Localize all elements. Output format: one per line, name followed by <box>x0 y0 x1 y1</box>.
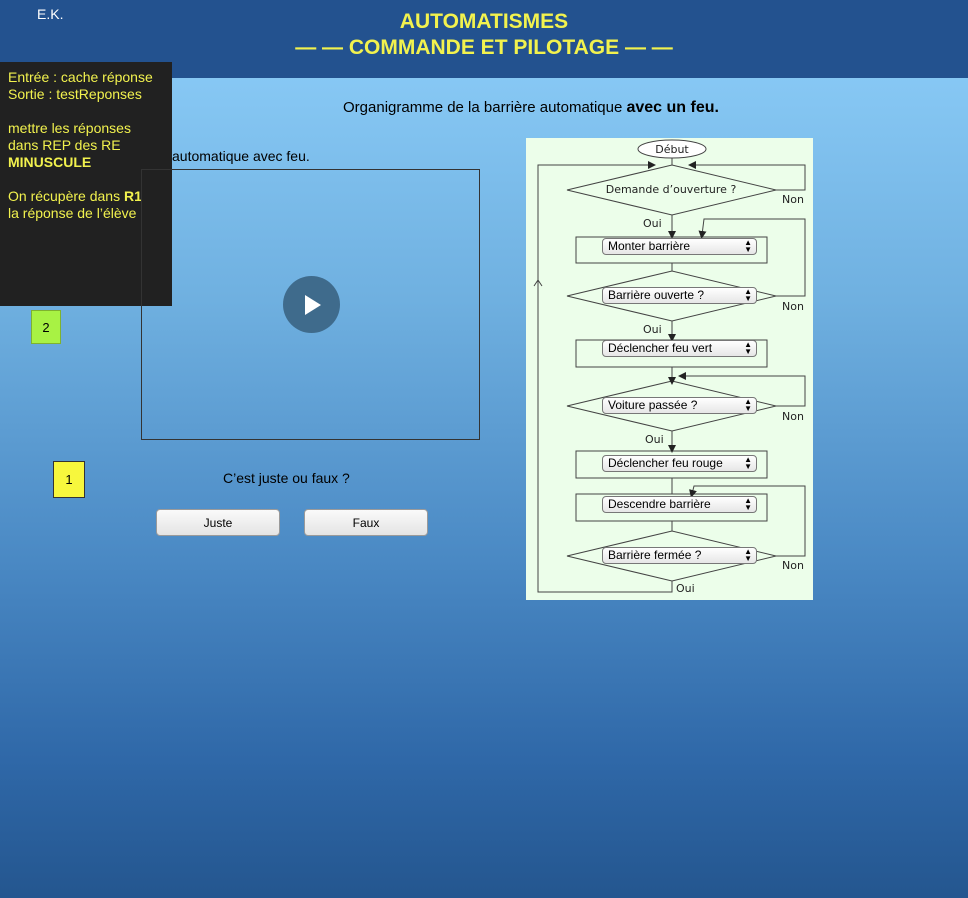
faux-button[interactable]: Faux <box>304 509 428 536</box>
feu-rouge-select[interactable]: Déclencher feu rouge ▲ ▼ <box>602 455 757 472</box>
voiture-select[interactable]: Voiture passée ? ▲ ▼ <box>602 397 757 414</box>
select-arrows-icon: ▲ ▼ <box>744 455 752 471</box>
video-caption: automatique avec feu. <box>172 148 310 164</box>
play-icon <box>304 294 321 315</box>
non-label-1: Non <box>782 193 804 206</box>
notes-line-instruction-2: dans REP des RE <box>8 137 121 153</box>
non-label-3: Non <box>782 410 804 423</box>
flowchart: Début Demande d’ouverture ? Oui Non Oui … <box>526 138 813 600</box>
page-subtitle: — — COMMANDE ET PILOTAGE — — <box>295 36 673 59</box>
select-arrows-icon: ▲ ▼ <box>744 496 752 512</box>
fermee-select[interactable]: Barrière fermée ? ▲ ▼ <box>602 547 757 564</box>
select-arrows-icon: ▲ ▼ <box>744 238 752 254</box>
oui-label-4: Oui <box>676 582 695 595</box>
notes-line-input: Entrée : cache réponse <box>8 69 153 85</box>
oui-label-2: Oui <box>643 323 662 336</box>
feu-vert-select[interactable]: Déclencher feu vert ▲ ▼ <box>602 340 757 357</box>
non-label-2: Non <box>782 300 804 313</box>
flowchart-heading: Organigramme de la barrière automatique … <box>343 99 719 116</box>
badge-1: 1 <box>53 461 85 498</box>
oui-label-1: Oui <box>643 217 662 230</box>
demande-label: Demande d’ouverture ? <box>606 183 737 196</box>
select-arrows-icon: ▲ ▼ <box>744 547 752 563</box>
select-arrows-icon: ▲ ▼ <box>744 340 752 356</box>
page-title: AUTOMATISMES <box>399 10 569 33</box>
play-button[interactable] <box>283 276 340 333</box>
monter-select[interactable]: Monter barrière ▲ ▼ <box>602 238 757 255</box>
flowchart-diagram: Début Demande d’ouverture ? Oui Non Oui … <box>533 139 806 595</box>
video-player[interactable] <box>141 169 480 440</box>
question-text: C’est juste ou faux ? <box>223 470 350 486</box>
descendre-select[interactable]: Descendre barrière ▲ ▼ <box>602 496 757 513</box>
select-arrows-icon: ▲ ▼ <box>744 397 752 413</box>
ouverte-select[interactable]: Barrière ouverte ? ▲ ▼ <box>602 287 757 304</box>
non-label-4: Non <box>782 559 804 572</box>
notes-line-instruction: mettre les réponses <box>8 120 131 136</box>
badge-2: 2 <box>31 310 61 344</box>
oui-label-3: Oui <box>645 433 664 446</box>
juste-button[interactable]: Juste <box>156 509 280 536</box>
start-label: Début <box>655 143 689 156</box>
notes-line-output: Sortie : testReponses <box>8 86 142 102</box>
select-arrows-icon: ▲ ▼ <box>744 287 752 303</box>
